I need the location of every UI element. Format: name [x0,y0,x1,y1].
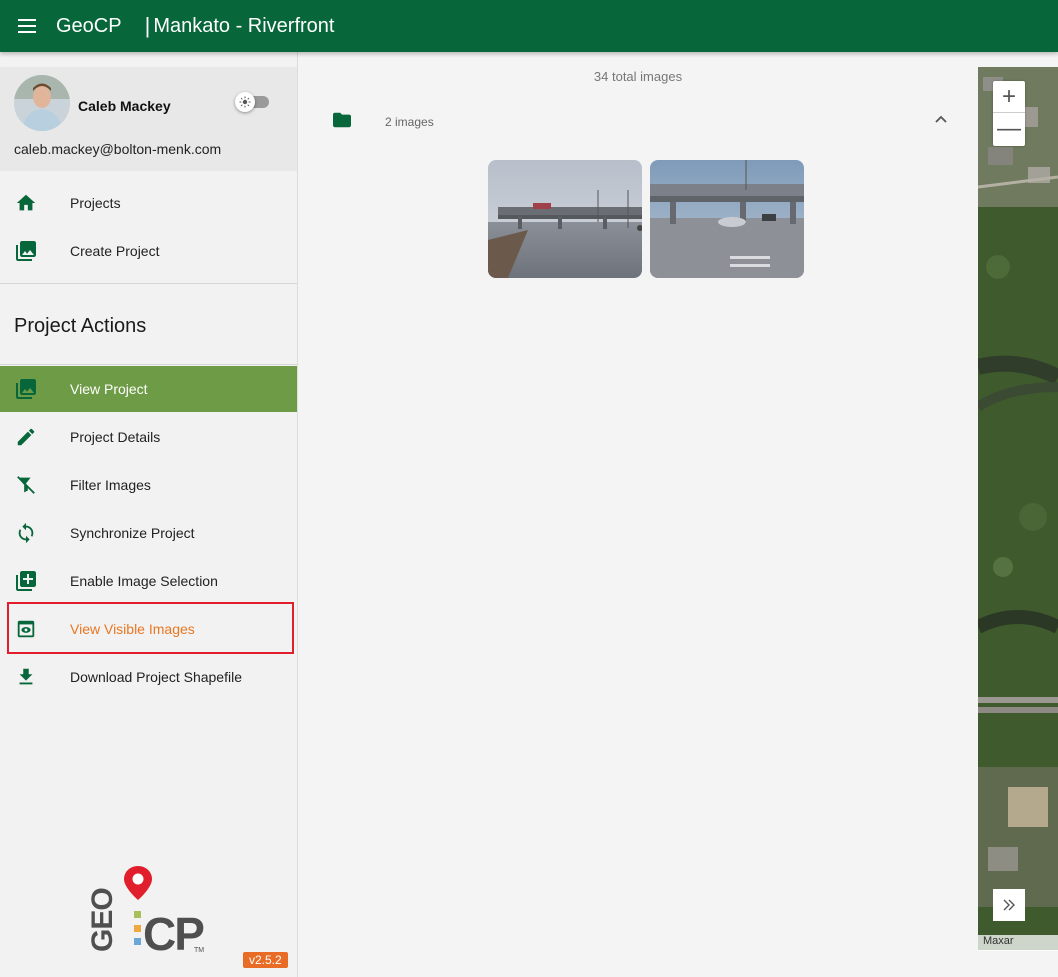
project-title: Mankato - Riverfront [153,14,335,37]
nav-item-label: Synchronize Project [70,525,195,541]
image-thumbnail[interactable] [488,160,642,278]
map-panel[interactable]: + — [978,67,1058,950]
folder-image-count: 2 images [385,115,434,129]
nav-item-synchronize-project[interactable]: Synchronize Project [0,510,297,556]
user-name: Caleb Mackey [78,98,171,114]
user-email: caleb.mackey@bolton-menk.com [14,141,222,157]
nav-item-create-project[interactable]: Create Project [0,228,297,274]
map-pin-icon [124,866,152,900]
nav-item-filter-images[interactable]: Filter Images [0,462,297,508]
app-bar: GeoCP | Mankato - Riverfront [0,0,1058,52]
nav-item-label: View Project [70,381,148,397]
theme-toggle[interactable] [235,92,269,112]
map-attribution: Maxar [978,935,1058,951]
nav-item-label: Filter Images [70,477,151,493]
nav-item-label: View Visible Images [70,621,195,637]
app-name: GeoCP [56,14,122,37]
zoom-control: + — [993,81,1025,146]
version-badge: v2.5.2 [243,952,288,968]
hamburger-menu-icon [18,19,36,33]
eye-box-icon [14,617,38,641]
expand-map-button[interactable] [993,889,1025,921]
image-thumbnail[interactable] [650,160,804,278]
chevron-up-icon[interactable] [933,111,949,132]
photo-library-icon [14,377,38,401]
folder-icon [331,111,353,134]
nav-item-label: Project Details [70,429,161,445]
toggle-knob [235,92,255,112]
double-chevron-right-icon [1003,899,1015,911]
image-panel: 34 total images 2 images [298,52,978,977]
nav-item-enable-image-selection[interactable]: Enable Image Selection [0,558,297,604]
svg-text:GEO: GEO [88,888,119,952]
home-icon [14,191,38,215]
pencil-icon [14,425,38,449]
nav-item-label: Enable Image Selection [70,573,218,589]
photo-library-icon [14,239,38,263]
add-box-icon [14,569,38,593]
title-separator: | [144,13,151,38]
sidebar: Caleb Mackey caleb.mackey@bolton-menk.co… [0,52,298,977]
nav-item-view-project[interactable]: View Project [0,366,297,412]
sun-icon [239,96,251,108]
zoom-out-button[interactable]: — [993,113,1025,145]
user-card: Caleb Mackey caleb.mackey@bolton-menk.co… [0,67,297,171]
nav-item-project-details[interactable]: Project Details [0,414,297,460]
avatar [14,75,70,131]
filter-off-icon [14,473,38,497]
nav-item-label: Create Project [70,243,160,259]
svg-text:TM: TM [194,947,204,954]
geocp-logo: GEO CP TM [86,866,210,960]
nav-item-label: Download Project Shapefile [70,669,242,685]
nav-item-download-shapefile[interactable]: Download Project Shapefile [0,654,297,700]
nav-item-view-visible-images[interactable]: View Visible Images [0,606,297,652]
menu-button[interactable] [0,0,54,52]
nav-item-label: Projects [70,195,121,211]
divider [0,364,297,365]
nav-item-projects[interactable]: Projects [0,180,297,226]
divider [0,283,297,284]
download-icon [14,665,38,689]
sync-icon [14,521,38,545]
zoom-in-button[interactable]: + [993,81,1025,113]
section-title: Project Actions [14,315,147,337]
total-images-count: 34 total images [593,69,683,84]
